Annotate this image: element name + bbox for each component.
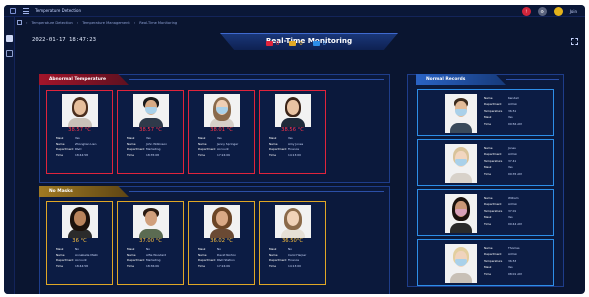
person-photo [204, 205, 240, 238]
breadcrumb: › Temperature Detection › Temperature Ma… [17, 18, 177, 27]
abnormal-temp-icon [266, 41, 273, 46]
stat-no-mask: 0 [289, 41, 303, 47]
temperature-value: 37.00 °C [139, 238, 162, 244]
normal-record-card[interactable]: Name Jones Department Admin Temperature 37.… [417, 139, 554, 186]
stats-bar: 0 0 0 [266, 39, 326, 48]
home-icon[interactable] [17, 20, 22, 25]
no-mask-card[interactable]: 37.00 °C Mask No Name Alfie Woodard Depart… [117, 201, 184, 285]
person-photo [62, 94, 98, 127]
abnormal-card[interactable]: 38.57 °C Mask Yes Name Zhonglian Lien Depa… [46, 90, 113, 174]
breadcrumb-item[interactable]: Temperature Detection [31, 21, 72, 25]
section-abnormal-title: Abnormal Temperature [39, 74, 129, 85]
temperature-value: 38.57 °C [68, 127, 91, 133]
top-bar: Temperature Detection ! ⚙ Join [4, 5, 585, 17]
nav-records-icon[interactable] [6, 50, 13, 57]
abnormal-card[interactable]: 38.56 °C Mask Yes Name Amy Jones Departmen… [259, 90, 326, 174]
app-title: Temperature Detection [35, 8, 82, 13]
normal-record-card[interactable]: Name Kendall Department Admin Temperature 3… [417, 89, 554, 136]
nav-monitoring-icon[interactable] [6, 35, 13, 42]
person-photo [204, 94, 240, 127]
person-photo [445, 144, 477, 183]
alarm-icon[interactable]: ! [521, 6, 531, 16]
section-normal-title: Normal Records [416, 74, 506, 85]
no-mask-icon [289, 41, 297, 46]
temperature-value: 36.50°C [281, 238, 304, 244]
no-mask-card[interactable]: 36.50°C Mask No Name Carol Harper Departme… [259, 201, 326, 285]
temperature-value: 36 °C [72, 238, 87, 244]
normal-record-card[interactable]: Name Thomas Department Admin Temperature 36… [417, 239, 554, 286]
person-photo [133, 205, 169, 238]
abnormal-card[interactable]: 38.01 °C Mask Yes Name Jenny Springer Depa… [188, 90, 255, 174]
person-photo [133, 94, 169, 127]
stat-abnormal: 0 [266, 41, 279, 47]
avatar[interactable] [553, 6, 563, 16]
temperature-value: 38.57 °C [139, 127, 162, 133]
app-logo-icon [10, 8, 16, 14]
temperature-value: 38.56 °C [281, 127, 304, 133]
person-photo [275, 94, 311, 127]
abnormal-card[interactable]: 38.57 °C Mask Yes Name John Wilkinson Depa… [117, 90, 184, 174]
no-mask-card[interactable]: 36 °C Mask No Name Annabelle Malik Departm… [46, 201, 113, 285]
app-window: Temperature Detection ! ⚙ Join › Tempera… [4, 5, 585, 294]
breadcrumb-current: Real-Time Monitoring [139, 20, 178, 25]
settings-icon[interactable]: ⚙ [537, 6, 547, 16]
temperature-value: 36.02 °C [210, 238, 233, 244]
current-datetime: 2022-01-17 18:47:23 [32, 37, 96, 43]
fullscreen-icon[interactable] [571, 38, 578, 45]
normal-record-card[interactable]: Name William Department Admin Temperature 3… [417, 189, 554, 236]
normal-icon [312, 41, 320, 46]
menu-icon[interactable] [23, 8, 29, 14]
person-photo [62, 205, 98, 238]
person-photo [445, 194, 477, 233]
breadcrumb-item[interactable]: Temperature Management [82, 21, 130, 25]
user-name[interactable]: Join [570, 9, 577, 14]
stat-normal: 0 [312, 41, 326, 47]
person-photo [445, 244, 477, 283]
person-photo [275, 205, 311, 238]
person-photo [445, 94, 477, 133]
section-no-mask-title: No Masks [39, 186, 129, 197]
left-nav [4, 17, 15, 294]
no-mask-card[interactable]: 36.02 °C Mask No Name David Norton Departm… [188, 201, 255, 285]
temperature-value: 38.01 °C [210, 127, 233, 133]
